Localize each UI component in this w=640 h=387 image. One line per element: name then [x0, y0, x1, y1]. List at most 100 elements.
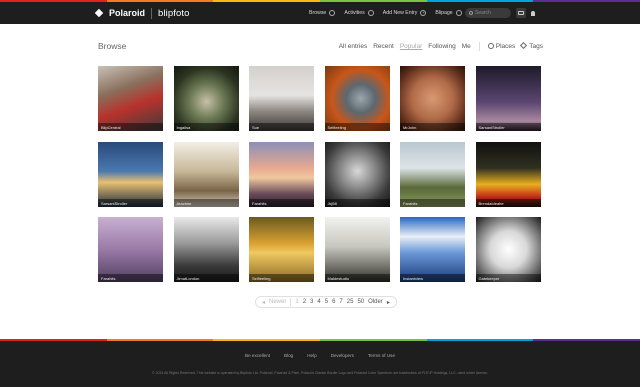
pagination: ◂ Newer 1 2 3 4 5 6 7 25 50 Older ▸ — [255, 296, 397, 308]
nav-browse[interactable]: Browse — [309, 10, 336, 16]
photo-thumb[interactable]: Farahits — [249, 141, 314, 207]
brand-divider — [151, 7, 153, 19]
pager-page[interactable]: 6 — [332, 299, 335, 305]
pager-page[interactable]: 7 — [339, 299, 342, 305]
brand-blipfoto: blipfoto — [158, 7, 190, 19]
footer-link-terms[interactable]: Terms of Use — [368, 353, 395, 358]
photo-username: SarsaniStroller — [98, 198, 163, 207]
footer-color-stripe — [0, 339, 640, 341]
photo-thumb[interactable]: Arachne — [173, 141, 239, 207]
nav-activities-label: Activities — [344, 10, 365, 16]
photo-thumb[interactable]: BlipCentral — [98, 66, 163, 131]
message-icon — [518, 11, 524, 15]
filter-recent[interactable]: Recent — [373, 43, 394, 50]
photo-username: SarsaniStroller — [475, 123, 541, 131]
footer-link-help[interactable]: Help — [307, 353, 316, 358]
compass-icon — [329, 10, 336, 16]
pager-divider — [290, 298, 292, 306]
nav-blipage-label: Blipage — [435, 10, 453, 16]
footer-links: Be excellent Blog Help Developers Terms … — [0, 353, 640, 358]
photo-username: Gatekeeper — [475, 274, 541, 282]
photo-username: Jkj58 — [324, 198, 390, 207]
pager-next-arrow-icon: ▸ — [386, 299, 390, 306]
nav-browse-label: Browse — [309, 10, 327, 16]
activity-icon — [367, 10, 374, 16]
messages-button[interactable] — [516, 8, 526, 18]
footer: Be excellent Blog Help Developers Terms … — [0, 339, 640, 387]
top-navigation-bar: Polaroid blipfoto Browse Activities Add … — [0, 2, 640, 24]
photo-thumb[interactable]: SarsaniStroller — [475, 66, 541, 131]
photo-thumb[interactable]: Selfleeling — [324, 66, 390, 131]
photo-thumb[interactable]: Maldestudio — [324, 217, 390, 282]
photo-username: Farahits — [98, 274, 163, 282]
pager-page[interactable]: 25 — [347, 299, 354, 305]
photo-username: Instantview — [400, 274, 465, 282]
filter-tags[interactable]: Tags — [520, 41, 543, 50]
plus-icon: + — [420, 10, 427, 16]
nav-add-entry[interactable]: Add New Entry + — [383, 10, 427, 16]
photo-thumb[interactable]: BrendaIdeahe — [475, 141, 541, 207]
footer-link-be-excellent[interactable]: Be excellent — [245, 353, 270, 358]
photo-username: Arachne — [173, 198, 239, 207]
pager-current-page: 1 — [295, 299, 299, 305]
polaroid-diamond-icon — [94, 8, 104, 18]
pager-page[interactable]: 2 — [303, 299, 306, 305]
globe-icon — [487, 43, 494, 49]
tags-label: Tags — [529, 43, 543, 50]
clock-icon — [455, 10, 462, 16]
photo-thumb[interactable]: Instantview — [400, 217, 465, 282]
bell-icon — [531, 10, 535, 16]
brand-polaroid: Polaroid — [109, 8, 146, 18]
footer-link-developers[interactable]: Developers — [331, 353, 354, 358]
pager-newer[interactable]: Newer — [269, 299, 286, 305]
photo-thumb[interactable]: Sue — [249, 66, 314, 131]
notifications-button[interactable] — [528, 8, 538, 18]
filter-places[interactable]: Places — [487, 43, 516, 50]
filter-all-entries[interactable]: All entries — [339, 43, 368, 50]
pager-page[interactable]: 4 — [317, 299, 320, 305]
footer-copyright: © 2024 All Rights Reserved. This website… — [152, 371, 488, 375]
pager-prev-arrow-icon: ◂ — [262, 299, 266, 306]
photo-thumb[interactable]: SarsaniStroller — [98, 141, 163, 207]
photo-username: BlipCentral — [98, 123, 163, 131]
photo-username: MrJohn — [400, 123, 465, 131]
tag-icon — [520, 41, 528, 50]
search-icon — [469, 11, 473, 15]
photo-username: Selfleeling — [249, 274, 314, 282]
nav-blipage[interactable]: Blipage — [435, 10, 462, 16]
photo-thumb[interactable]: Farahits — [400, 141, 465, 207]
main-nav: Browse Activities Add New Entry + Blipag… — [309, 2, 462, 24]
photo-thumb[interactable]: Ingallsa — [173, 66, 239, 131]
filter-divider — [478, 42, 480, 51]
photo-thumb[interactable]: Farahits — [98, 217, 163, 282]
pager-page[interactable]: 3 — [310, 299, 313, 305]
nav-activities[interactable]: Activities — [344, 10, 374, 16]
photo-username: Maldestudio — [324, 274, 390, 282]
photo-thumb[interactable]: Selfleeling — [249, 217, 314, 282]
nav-add-entry-label: Add New Entry — [382, 10, 418, 16]
filter-popular[interactable]: Popular — [400, 43, 422, 50]
brand-logo[interactable]: Polaroid blipfoto — [94, 7, 190, 19]
photo-thumb[interactable]: JimatLondon — [173, 217, 239, 282]
photo-grid: BlipCentral Ingallsa Sue Selfleeling MrJ… — [98, 66, 541, 282]
search-box[interactable] — [465, 8, 511, 18]
photo-thumb[interactable]: Jkj58 — [324, 141, 390, 207]
photo-username: Sue — [249, 123, 314, 131]
pager-page[interactable]: 5 — [325, 299, 328, 305]
browse-filters: All entries Recent Popular Following Me … — [339, 41, 543, 51]
filter-following[interactable]: Following — [428, 43, 455, 50]
pager-page[interactable]: 50 — [357, 299, 364, 305]
photo-username: Farahits — [249, 198, 314, 207]
photo-thumb[interactable]: Gatekeeper — [475, 217, 541, 282]
footer-link-blog[interactable]: Blog — [284, 353, 293, 358]
photo-username: BrendaIdeahe — [475, 198, 541, 207]
search-input[interactable] — [475, 10, 511, 16]
photo-username: JimatLondon — [173, 274, 239, 282]
photo-thumb[interactable]: MrJohn — [400, 66, 465, 131]
photo-username: Farahits — [400, 198, 465, 207]
pager-older[interactable]: Older — [368, 299, 383, 305]
page-title: Browse — [98, 41, 127, 51]
filter-me[interactable]: Me — [462, 43, 471, 50]
photo-username: Ingallsa — [173, 123, 239, 131]
places-label: Places — [495, 43, 516, 50]
